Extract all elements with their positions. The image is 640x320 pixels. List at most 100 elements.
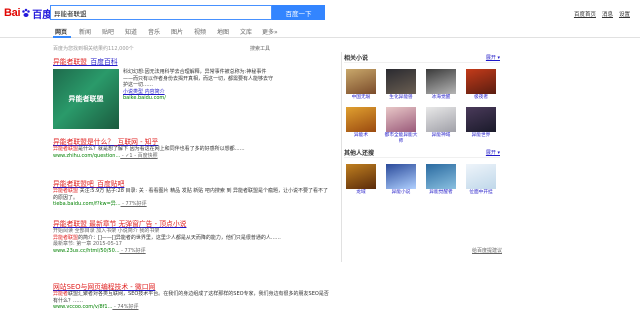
top-links: 百度首页 消息 设置 bbox=[574, 10, 630, 18]
book-card[interactable]: 异能术 bbox=[344, 107, 378, 145]
right-sidebar: 相关小说 展开 ▾ 中国无垠 生化异能兽 冰海觉醒 极夜者 异能术 都市全能异能… bbox=[344, 52, 500, 202]
search-button[interactable]: 百度一下 bbox=[272, 5, 325, 20]
logo-text-left: Bai bbox=[4, 7, 21, 19]
result-url: tieba.baidu.com/f?kw=异... - 77%好评 bbox=[53, 201, 333, 208]
book-title: 都市全能异能大师 bbox=[384, 133, 418, 144]
book-cover bbox=[466, 164, 496, 189]
book-card[interactable]: 冰海觉醒 bbox=[424, 69, 458, 107]
result-title[interactable]: 异能者联盟 最新章节 无弹窗广告 - 顶点小说 bbox=[53, 220, 333, 228]
book-cover bbox=[386, 164, 416, 189]
tab-more[interactable]: 更多» bbox=[262, 27, 278, 36]
book-card[interactable]: 极夜者 bbox=[464, 69, 498, 107]
book-card[interactable]: 异能世界 bbox=[464, 107, 498, 145]
result-url: www.zhihu.com/question... - ✓1 - 百度快照 bbox=[53, 153, 333, 160]
book-card[interactable]: 异能觉醒者 bbox=[424, 164, 458, 202]
search-tools-button[interactable]: 搜索工具 bbox=[250, 45, 270, 52]
book-title: 冰海觉醒 bbox=[431, 95, 451, 100]
tab-images[interactable]: 图片 bbox=[171, 27, 183, 36]
baike-image[interactable]: 异能者联盟 bbox=[53, 69, 119, 129]
paw-icon bbox=[22, 8, 30, 17]
book-cover bbox=[346, 107, 376, 132]
tab-map[interactable]: 地图 bbox=[217, 27, 229, 36]
url-text: www.zhihu.com/question... bbox=[53, 152, 121, 159]
column-divider bbox=[341, 52, 342, 262]
abstract-highlight: 异能者联盟 bbox=[53, 146, 79, 152]
abstract-highlight: 异能者联盟 bbox=[53, 188, 79, 194]
book-card[interactable]: 中国无垠 bbox=[344, 69, 378, 107]
book-cover bbox=[386, 107, 416, 132]
expand-button[interactable]: 展开 ▾ bbox=[486, 149, 500, 156]
tab-news[interactable]: 新闻 bbox=[79, 27, 91, 36]
expand-button[interactable]: 展开 ▾ bbox=[486, 54, 500, 61]
feedback-link[interactable]: 给百度提建议 bbox=[472, 247, 502, 254]
result-23us: 异能者联盟 最新章节 无弹窗广告 - 顶点小说 开始阅读 全部目录 加入书架 小… bbox=[53, 220, 333, 255]
tab-tieba[interactable]: 贴吧 bbox=[102, 27, 114, 36]
book-title: 异能觉醒者 bbox=[429, 190, 453, 195]
tab-music[interactable]: 音乐 bbox=[148, 27, 160, 36]
search-input[interactable] bbox=[54, 8, 268, 17]
baike-summary: 科幻幻想:因无法用科学去合理解释，异常事件被总称为:神秘事件——而只有以作者身份… bbox=[123, 69, 275, 102]
book-cover bbox=[426, 164, 456, 189]
settings-link[interactable]: 设置 bbox=[619, 10, 630, 18]
abstract-highlight: 异能者联盟 bbox=[53, 234, 79, 241]
book-title: 异能神域 bbox=[431, 133, 451, 138]
result-abstract: 科幻幻想:因无法用科学去合理解释，异常事件被总称为:神秘事件——而只有以作者身份… bbox=[123, 69, 274, 88]
abstract-text: 联盟汇聚者对各类互联网，SEO技术平台。在我们的身边组成了这样那样的SEO专家，… bbox=[53, 291, 329, 304]
result-title[interactable]: 异能者联盟吧_百度贴吧 bbox=[53, 180, 333, 188]
book-card[interactable]: 生化异能兽 bbox=[384, 69, 418, 107]
result-url: baike.baidu.com/ bbox=[123, 95, 166, 101]
header: Bai 百度 百度一下 百度首页 消息 设置 bbox=[0, 0, 640, 26]
book-card[interactable]: 异能小说 bbox=[384, 164, 418, 202]
book-cover bbox=[466, 69, 496, 94]
baidu-logo[interactable]: Bai 百度 bbox=[4, 6, 52, 21]
rating-link[interactable]: - 77%好评 bbox=[120, 248, 146, 254]
rating-link[interactable]: - 74%好评 bbox=[112, 304, 139, 310]
abstract-text: 的简介：[]——[]异能者的世界里，这里少人都是从天而降的能力，他们只是很普通的… bbox=[78, 234, 281, 241]
book-card[interactable]: 异能神域 bbox=[424, 107, 458, 145]
abstract-highlight: 异能者 bbox=[53, 291, 69, 297]
book-card[interactable]: 位面中开挂 bbox=[464, 164, 498, 202]
url-text: www.23us.cc/html/50/50... bbox=[53, 247, 120, 254]
home-link[interactable]: 百度首页 bbox=[574, 10, 596, 18]
title-suffix: _百度百科 bbox=[86, 58, 118, 66]
result-title-text: 异能者联盟吧_百度贴吧 bbox=[53, 180, 125, 188]
result-url: www.vccoo.com/v/8f1... - 74%好评 bbox=[53, 304, 333, 311]
others-searched-header: 其他人还搜 展开 ▾ bbox=[344, 147, 500, 158]
book-title: 位面中开挂 bbox=[469, 190, 493, 195]
result-title[interactable]: 网站SEO与网页编程技术 - 微口网 bbox=[53, 283, 333, 291]
book-title: 极夜者 bbox=[473, 95, 489, 100]
book-cover bbox=[426, 107, 456, 132]
tab-web[interactable]: 网页 bbox=[55, 27, 67, 36]
tab-wenku[interactable]: 文库 bbox=[240, 27, 252, 36]
book-cover bbox=[386, 69, 416, 94]
book-card[interactable]: 龙域 bbox=[344, 164, 378, 202]
result-title[interactable]: 异能者联盟_百度百科 bbox=[53, 58, 333, 66]
search-box[interactable] bbox=[50, 5, 272, 20]
result-zhihu: 异能者联盟是什么？_互联网 - 知乎 异能者联盟是什么？就是想了解下 因为看这在… bbox=[53, 138, 333, 160]
book-title: 异能小说 bbox=[391, 190, 411, 195]
result-baike: 异能者联盟_百度百科 异能者联盟 科幻幻想:因无法用科学去合理解释，异常事件被总… bbox=[53, 58, 333, 136]
active-tab-indicator bbox=[53, 36, 71, 38]
result-abstract: 异能者联盟汇聚者对各类互联网，SEO技术平台。在我们的身边组成了这样那样的SEO… bbox=[53, 291, 333, 304]
result-vccoo: 网站SEO与网页编程技术 - 微口网 异能者联盟汇聚者对各类互联网，SEO技术平… bbox=[53, 283, 333, 311]
tab-zhidao[interactable]: 知道 bbox=[125, 27, 137, 36]
others-searched-grid: 龙域 异能小说 异能觉醒者 位面中开挂 bbox=[344, 164, 500, 202]
book-cover bbox=[426, 69, 456, 94]
messages-link[interactable]: 消息 bbox=[602, 10, 613, 18]
result-count: 百度为您找到相关结果约112,000个 bbox=[53, 46, 134, 52]
result-title[interactable]: 异能者联盟是什么？_互联网 - 知乎 bbox=[53, 138, 333, 146]
panel-title: 其他人还搜 bbox=[344, 149, 375, 157]
book-title: 生化异能兽 bbox=[389, 95, 413, 100]
book-card[interactable]: 都市全能异能大师 bbox=[384, 107, 418, 145]
snapshot-link[interactable]: - ✓1 - 百度快照 bbox=[120, 153, 158, 159]
book-cover bbox=[346, 164, 376, 189]
rating-link[interactable]: - 77%好评 bbox=[121, 201, 147, 207]
result-url: www.23us.cc/html/50/50... - 77%好评 bbox=[53, 248, 333, 255]
baike-image-text: 异能者联盟 bbox=[68, 95, 104, 103]
tab-bar: 网页 新闻 贴吧 知道 音乐 图片 视频 地图 文库 更多» bbox=[0, 26, 640, 38]
result-title-text: 网站SEO与网页编程技术 - 微口网 bbox=[53, 283, 156, 291]
book-title: 中国无垠 bbox=[351, 95, 371, 100]
tab-video[interactable]: 视频 bbox=[194, 27, 206, 36]
related-novels-grid: 中国无垠 生化异能兽 冰海觉醒 极夜者 异能术 都市全能异能大师 异能神域 异能… bbox=[344, 69, 500, 145]
panel-title: 相关小说 bbox=[344, 54, 369, 62]
